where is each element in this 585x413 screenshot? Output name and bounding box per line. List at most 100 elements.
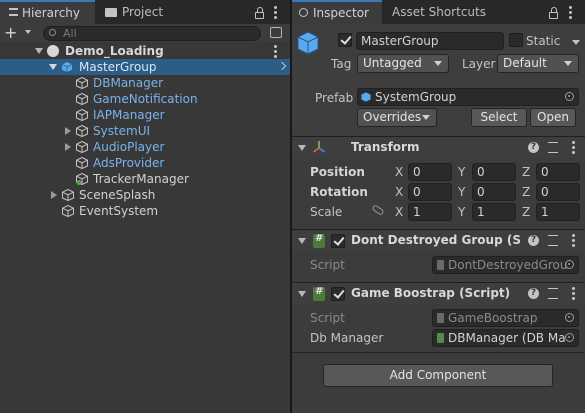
script-label: Script: [310, 311, 345, 325]
component-menu-icon[interactable]: [572, 141, 575, 156]
collapse-arrow-icon[interactable]: [51, 191, 57, 199]
preset-icon[interactable]: [548, 288, 558, 299]
collapse-arrow-icon[interactable]: [65, 127, 71, 135]
open-button[interactable]: Open: [530, 108, 576, 127]
script-icon: [313, 233, 325, 248]
tree-item-audioplayer[interactable]: AudioPlayer: [0, 139, 290, 155]
rotation-x-field[interactable]: 0: [408, 183, 452, 201]
help-icon[interactable]: ?: [528, 142, 539, 153]
script-icon: [313, 286, 325, 301]
help-icon[interactable]: ?: [528, 235, 539, 246]
tag-dropdown[interactable]: Untagged: [357, 54, 449, 73]
script-file-icon: [437, 333, 444, 343]
tree-item-dbmanager[interactable]: DBManager: [0, 75, 290, 91]
transform-body: Position X 0 Y 0 Z 0 Rotation X 0 Y 0 Z …: [292, 159, 585, 227]
object-picker-icon: [565, 313, 574, 322]
script-field: GameBoostrap: [432, 309, 579, 327]
more-menu-icon[interactable]: [569, 6, 572, 21]
lock-icon[interactable]: [255, 7, 264, 19]
axis-z-label: Z: [522, 165, 531, 179]
scale-z-field[interactable]: 1: [536, 203, 580, 221]
chevron-right-icon[interactable]: [277, 61, 287, 71]
tree-item-scenesplash[interactable]: SceneSplash: [0, 187, 290, 203]
prefab-cube-large-icon: [297, 31, 319, 55]
tree-item-trackermanager[interactable]: TrackerManager: [0, 171, 290, 187]
selected-row-master-group[interactable]: MasterGroup: [0, 59, 290, 75]
db-manager-field[interactable]: DBManager (DB Ma: [432, 329, 579, 347]
preset-icon[interactable]: [548, 142, 558, 153]
chevron-down-icon: [422, 115, 430, 120]
tree-item-iapmanager[interactable]: IAPManager: [0, 107, 290, 123]
static-dropdown-arrow[interactable]: [572, 40, 580, 45]
expand-arrow-icon[interactable]: [35, 48, 43, 54]
component-enabled-checkbox[interactable]: [331, 234, 345, 248]
scene-menu-icon[interactable]: [274, 45, 277, 60]
object-picker-icon[interactable]: [565, 92, 574, 101]
hierarchy-toolbar: + All: [0, 23, 290, 42]
transform-axes-icon: [313, 141, 325, 153]
prefab-outline-icon: [76, 141, 88, 153]
static-checkbox[interactable]: [509, 33, 523, 47]
help-icon[interactable]: ?: [528, 288, 539, 299]
tree-item-adsprovider[interactable]: AdsProvider: [0, 155, 290, 171]
link-icon[interactable]: [371, 204, 385, 216]
list-icon: [9, 8, 18, 16]
component-enabled-checkbox[interactable]: [331, 287, 345, 301]
object-picker-icon[interactable]: [565, 333, 574, 342]
position-z-field[interactable]: 0: [536, 163, 580, 181]
component-menu-icon[interactable]: [572, 234, 575, 249]
game-bootstrap-body: Script GameBoostrap Db Manager DBManager…: [292, 305, 585, 351]
search-icon: [49, 29, 56, 36]
layer-dropdown[interactable]: Default: [497, 54, 579, 73]
prefab-outline-icon: [76, 93, 88, 105]
collapse-arrow-icon[interactable]: [65, 143, 71, 151]
game-bootstrap-header[interactable]: Game Boostrap (Script) ?: [292, 282, 585, 304]
add-component-button[interactable]: Add Component: [323, 364, 553, 387]
foldout-arrow-icon[interactable]: [298, 291, 306, 297]
foldout-arrow-icon[interactable]: [298, 145, 306, 151]
rotation-z-field[interactable]: 0: [536, 183, 580, 201]
dont-destroyed-body: Script DontDestroyedGrou: [292, 252, 585, 280]
scale-x-field[interactable]: 1: [408, 203, 452, 221]
position-y-field[interactable]: 0: [472, 163, 516, 181]
scale-y-field[interactable]: 1: [472, 203, 516, 221]
object-name-field[interactable]: MasterGroup: [356, 32, 504, 50]
dont-destroyed-title: Dont Destroyed Group (Scrip: [351, 233, 521, 247]
tag-label: Tag: [331, 57, 352, 71]
inspector-tabbar: Inspector Asset Shortcuts: [292, 0, 585, 24]
gameobject-icon: [62, 189, 74, 201]
scene-row[interactable]: Demo_Loading: [0, 43, 290, 59]
db-manager-label: Db Manager: [310, 331, 384, 345]
axis-y-label: Y: [458, 185, 466, 199]
unity-scene-icon: [47, 45, 59, 57]
gameobject-added-icon: [76, 173, 88, 185]
layer-label: Layer: [462, 57, 496, 71]
tab-asset-shortcuts[interactable]: Asset Shortcuts: [384, 0, 504, 24]
preset-icon[interactable]: [548, 235, 558, 246]
component-menu-icon[interactable]: [572, 287, 575, 302]
prefab-field[interactable]: SystemGroup: [357, 88, 579, 106]
search-input[interactable]: All: [43, 26, 261, 41]
lock-icon[interactable]: [549, 7, 558, 19]
tree-item-systemui[interactable]: SystemUI: [0, 123, 290, 139]
chevron-down-icon: [25, 30, 31, 34]
tree-item-eventsystem[interactable]: EventSystem: [0, 203, 290, 219]
add-button[interactable]: +: [4, 23, 17, 42]
expand-arrow-icon[interactable]: [49, 64, 57, 70]
overrides-dropdown[interactable]: Overrides: [357, 108, 437, 127]
divider: [292, 352, 585, 353]
select-button[interactable]: Select: [471, 108, 527, 127]
tree-item-gamenotification[interactable]: GameNotification: [0, 91, 290, 107]
active-checkbox[interactable]: [338, 33, 352, 47]
rotation-y-field[interactable]: 0: [472, 183, 516, 201]
transform-header[interactable]: Transform ?: [292, 136, 585, 158]
search-placeholder: All: [63, 27, 77, 40]
position-x-field[interactable]: 0: [408, 163, 452, 181]
axis-y-label: Y: [458, 165, 466, 179]
foldout-arrow-icon[interactable]: [298, 238, 306, 244]
dont-destroyed-header[interactable]: Dont Destroyed Group (Scrip ?: [292, 229, 585, 251]
more-menu-icon[interactable]: [274, 6, 277, 21]
scene-visibility-icon[interactable]: [270, 27, 282, 38]
gameobject-icon: [62, 205, 74, 217]
axis-z-label: Z: [522, 185, 531, 199]
